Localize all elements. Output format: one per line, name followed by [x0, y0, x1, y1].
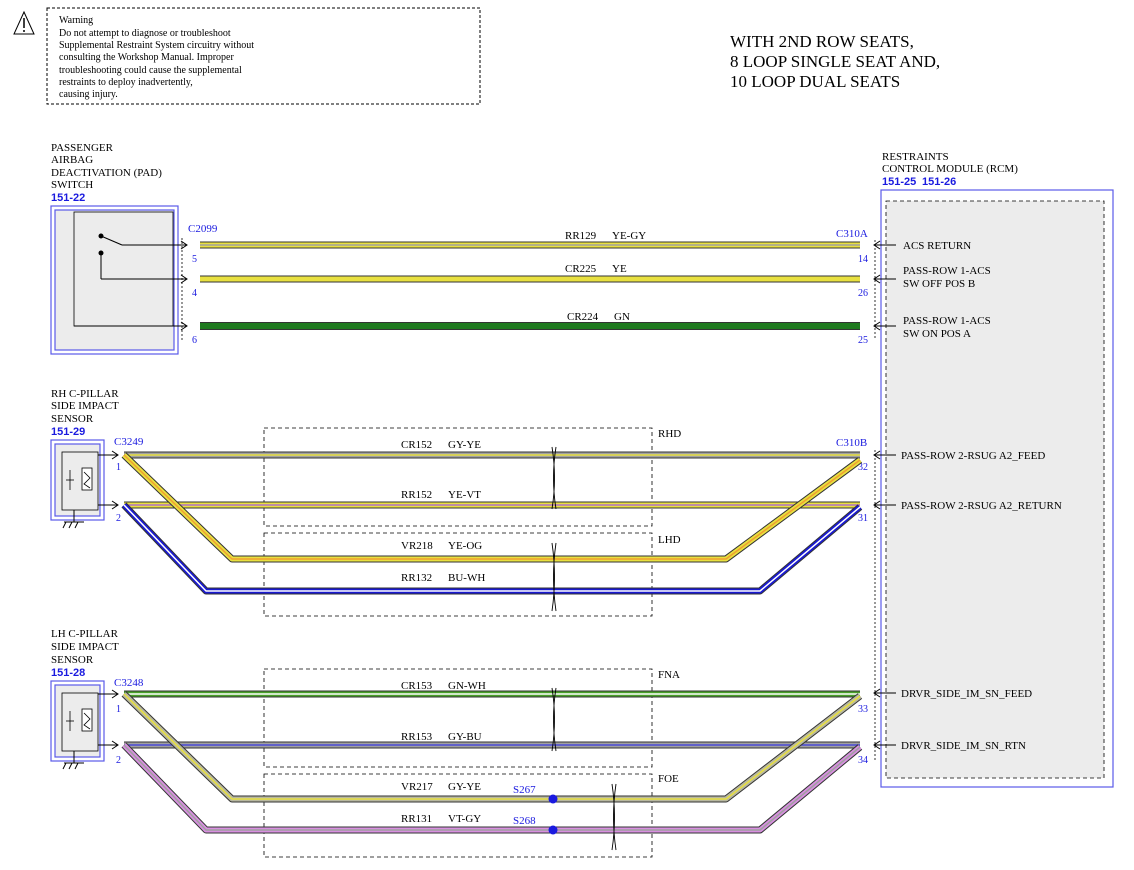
wire-stripe: [123, 504, 861, 592]
wire-circuit: CR225: [565, 263, 597, 275]
wire-rr131: [122, 743, 862, 833]
warning-line: restraints to deploy inadvertently,: [59, 77, 193, 88]
wire-circuit: CR224: [567, 311, 599, 323]
rcm-label: CONTROL MODULE (RCM): [882, 163, 1018, 175]
rcm-pin-number: 26: [858, 288, 868, 299]
wire-color: BU-WH: [448, 572, 485, 584]
splice-s268-dot: [548, 825, 558, 835]
wire-color: YE-GY: [612, 230, 646, 242]
rcm-pin-label: PASS-ROW 1-ACS: [903, 315, 991, 327]
rcm-pin-label: DRVR_SIDE_IM_SN_RTN: [901, 740, 1026, 752]
connector-c2099: C2099: [188, 223, 218, 235]
wire-outline: [121, 742, 863, 834]
source-pin-number: 2: [116, 755, 121, 766]
title-line: 8 LOOP SINGLE SEAT AND,: [730, 52, 940, 71]
rcm-pin-label: SW ON POS A: [903, 328, 971, 340]
pad-switch-label: SWITCH: [51, 179, 93, 191]
warning-line: Do not attempt to diagnose or troublesho…: [59, 28, 231, 39]
wire-circuit: VR217: [401, 781, 433, 793]
wire-color: GN: [614, 311, 630, 323]
rcm-pin-label: SW OFF POS B: [903, 278, 975, 290]
wire-color: YE-OG: [448, 540, 482, 552]
pad-switch-label: AIRBAG: [51, 154, 93, 166]
connector-c3248: C3248: [114, 677, 144, 689]
rcm-pin-number: 33: [858, 704, 868, 715]
warning-line: Warning: [59, 15, 93, 26]
diagram-title: WITH 2ND ROW SEATS, 8 LOOP SINGLE SEAT A…: [730, 32, 940, 91]
connector-c310b: C310B: [836, 437, 867, 449]
rcm-pin-label: DRVR_SIDE_IM_SN_FEED: [901, 688, 1032, 700]
source-pin-number: 6: [192, 335, 197, 346]
warning-box: Warning Do not attempt to diagnose or tr…: [13, 7, 481, 105]
rcm-pin-label: ACS RETURN: [903, 240, 971, 252]
lh-sensor-label: LH C-PILLAR: [51, 628, 119, 640]
lh-sensor-label: SENSOR: [51, 654, 94, 666]
wiring-diagram: Warning Do not attempt to diagnose or tr…: [13, 7, 1114, 858]
wire-color: VT-GY: [448, 813, 481, 825]
wire-circuit: CR153: [401, 680, 433, 692]
wire-color: YE: [612, 263, 627, 275]
wire-color: GY-YE: [448, 781, 481, 793]
rcm-ref: 151-25: [882, 176, 916, 188]
wire-color: GY-BU: [448, 731, 482, 743]
pad-switch-label: DEACTIVATION (PAD): [51, 167, 162, 179]
wire-color: YE-VT: [448, 489, 481, 501]
pad-switch: PASSENGER AIRBAG DEACTIVATION (PAD) SWIT…: [50, 142, 218, 355]
splice-s267-label: S267: [513, 784, 536, 796]
wire-stripe: [123, 744, 861, 831]
wire-circuit: RR129: [565, 230, 597, 242]
warning-line: consulting the Workshop Manual. Improper: [59, 52, 234, 63]
wire-color: GN-WH: [448, 680, 486, 692]
source-pin-number: 1: [116, 704, 121, 715]
source-pin-number: 1: [116, 462, 121, 473]
option-label-fna: FNA: [658, 669, 680, 681]
warning-line: causing injury.: [59, 89, 118, 100]
wire-circuit: VR218: [401, 540, 433, 552]
rcm-pin-label: PASS-ROW 2-RSUG A2_RETURN: [901, 500, 1062, 512]
rcm-pin-label: PASS-ROW 1-ACS: [903, 265, 991, 277]
splices: S267 S268: [513, 784, 558, 835]
wire-rr132: [122, 503, 862, 594]
rcm-pin-number: 31: [858, 513, 868, 524]
rcm-label: RESTRAINTS: [882, 151, 949, 163]
wire-circuit: RR131: [401, 813, 432, 825]
pad-switch-label: PASSENGER: [51, 142, 114, 154]
rcm-pin-label: PASS-ROW 2-RSUG A2_FEED: [901, 450, 1045, 462]
connector-c3249: C3249: [114, 436, 144, 448]
rh-sensor-ref: 151-29: [51, 426, 85, 438]
lh-sensor-ref: 151-28: [51, 667, 85, 679]
wire-circuit: RR152: [401, 489, 432, 501]
splice-s268-label: S268: [513, 815, 536, 827]
pad-switch-ref: 151-22: [51, 192, 85, 204]
rcm-module: RESTRAINTS CONTROL MODULE (RCM) 151-25 1…: [836, 151, 1114, 788]
option-label-lhd: LHD: [658, 534, 681, 546]
rcm-pin-number: 25: [858, 335, 868, 346]
option-label-rhd: RHD: [658, 428, 681, 440]
rh-sensor-label: SENSOR: [51, 413, 94, 425]
option-label-foe: FOE: [658, 773, 679, 785]
rcm-ref: 151-26: [922, 176, 956, 188]
rh-sensor-label: SIDE IMPACT: [51, 400, 119, 412]
source-pin-number: 4: [192, 288, 197, 299]
splice-s267-dot: [548, 794, 558, 804]
rcm-pin-number: 34: [858, 755, 868, 766]
warning-line: troubleshooting could cause the suppleme…: [59, 65, 242, 76]
lh-sensor-label: SIDE IMPACT: [51, 641, 119, 653]
wire-circuit: CR152: [401, 439, 432, 451]
rcm-pin-number: 14: [858, 254, 868, 265]
wire-outline: [121, 502, 863, 595]
source-pin-number: 2: [116, 513, 121, 524]
title-line: WITH 2ND ROW SEATS,: [730, 32, 914, 51]
title-line: 10 LOOP DUAL SEATS: [730, 72, 900, 91]
rh-sensor-label: RH C-PILLAR: [51, 388, 119, 400]
wire-color: GY-YE: [448, 439, 481, 451]
wire-labels: RR129 YE-GY CR225 YE CR224 GN CR152 GY-Y…: [401, 230, 646, 825]
wires-layer: [121, 241, 863, 834]
warning-line: Supplemental Restraint System circuitry …: [59, 40, 254, 51]
connector-c310a: C310A: [836, 228, 868, 240]
source-pin-number: 5: [192, 254, 197, 265]
wire-circuit: RR153: [401, 731, 433, 743]
wire-circuit: RR132: [401, 572, 432, 584]
